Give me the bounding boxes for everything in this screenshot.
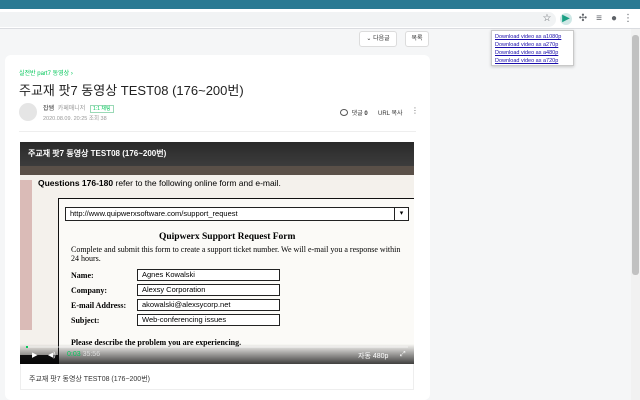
progress-fill — [26, 346, 28, 348]
form-intro: Complete and submit this form to create … — [71, 245, 401, 263]
scrollbar-thumb[interactable] — [632, 35, 639, 275]
fullscreen-icon[interactable]: ⤢ — [400, 351, 406, 359]
comment-icon — [340, 109, 348, 116]
page-scrollbar[interactable] — [631, 29, 640, 400]
download-270p-link[interactable]: Download video as a270p — [495, 41, 573, 49]
question-heading: Questions 176-180 refer to the following… — [38, 178, 281, 188]
list-button-label: 목록 — [411, 36, 423, 42]
avatar[interactable] — [19, 103, 37, 121]
field-value: Web-conferencing issues — [137, 314, 280, 326]
post-views: 조회 38 — [88, 116, 107, 122]
field-label: Name: — [71, 271, 94, 280]
list-button[interactable]: 목록 — [405, 31, 429, 47]
post-date: 2020.08.09. 20:25 — [43, 116, 88, 122]
author-line: 잡쌤 카페매니저 1:1 채팅 — [43, 103, 114, 113]
video-title: 주교재 팟7 동영상 TEST08 (176~200번) — [28, 149, 167, 158]
scanned-url-box: http://www.quipwerxsoftware.com/support_… — [65, 207, 409, 221]
star-icon[interactable]: ☆ — [541, 13, 553, 25]
menu-icon[interactable]: ⋮ — [622, 13, 634, 25]
address-bar[interactable] — [0, 12, 556, 27]
current-time: 0:03 — [67, 351, 81, 358]
field-value: akowalski@alexsycorp.net — [137, 299, 280, 311]
divider — [19, 131, 416, 132]
browser-toolbar: ☆ ▶ ✣ ≡ ● ⋮ — [0, 9, 640, 29]
question-text: refer to the following online form and e… — [115, 178, 281, 188]
reading-list-icon[interactable]: ≡ — [593, 13, 605, 25]
scanned-browser-frame: http://www.quipwerxsoftware.com/support_… — [58, 198, 414, 364]
scan-margin — [20, 180, 32, 330]
chevron-down-icon: ⌄ — [366, 36, 372, 42]
progress-bar[interactable] — [26, 346, 408, 348]
scanned-url: http://www.quipwerxsoftware.com/support_… — [70, 209, 238, 218]
post-card: 실전반 part7 동영상 › 주교재 팟7 동영상 TEST08 (176~2… — [5, 55, 430, 400]
more-options-icon[interactable]: ⋮ — [411, 106, 419, 115]
download-1080p-link[interactable]: Download video as a1080p — [495, 33, 573, 41]
browser-tabstrip — [0, 0, 640, 9]
field-value: Alexsy Corporation — [137, 284, 280, 296]
post-meta: 2020.08.09. 20:25 조회 38 — [43, 114, 107, 122]
board-name: 실전반 part7 동영상 — [19, 71, 70, 77]
puzzle-icon[interactable]: ✣ — [577, 13, 589, 25]
time-display: 0:03 35:56 — [67, 351, 100, 358]
download-720p-link[interactable]: Download video as a720p — [495, 57, 573, 65]
comments-button[interactable]: 댓글 0 — [340, 108, 368, 117]
field-label: Subject: — [71, 316, 100, 325]
play-extension-icon[interactable]: ▶ — [560, 13, 572, 25]
url-copy-button[interactable]: URL 복사 — [378, 108, 403, 117]
video-header: 주교재 팟7 동영상 TEST08 (176~200번) — [20, 142, 414, 166]
play-icon[interactable]: ▶ — [32, 351, 37, 359]
field-label: E-mail Address: — [71, 301, 127, 310]
author-role: 카페매니저 — [57, 106, 86, 112]
quality-value: 480p — [372, 353, 389, 360]
chevron-right-icon: › — [70, 71, 73, 77]
download-menu: Download video as a1080p Download video … — [491, 30, 574, 66]
total-time: 35:56 — [82, 351, 101, 358]
dropdown-arrow-icon: ▾ — [394, 208, 408, 220]
quality-label: 자동 — [358, 353, 371, 360]
post-title: 주교재 팟7 동영상 TEST08 (176~200번) — [19, 83, 244, 98]
field-label: Company: — [71, 286, 108, 295]
comments-count: 0 — [364, 111, 368, 117]
question-range: Questions 176-180 — [38, 178, 114, 188]
author-name[interactable]: 잡쌤 — [43, 106, 54, 112]
video-controls: ▶ ◀) 0:03 35:56 자동 480p ⤢ — [20, 344, 414, 364]
video-player[interactable]: 주교재 팟7 동영상 TEST08 (176~200번) Questions 1… — [20, 142, 414, 364]
field-value: Agnes Kowalski — [137, 269, 280, 281]
volume-icon[interactable]: ◀) — [48, 351, 56, 359]
chat-badge[interactable]: 1:1 채팅 — [90, 105, 114, 113]
video-caption: 주교재 팟7 동영상 TEST08 (176~200번) — [29, 376, 150, 383]
board-link[interactable]: 실전반 part7 동영상 › — [19, 68, 73, 77]
next-post-label: 다음글 — [373, 36, 390, 42]
quality-button[interactable]: 자동 480p — [358, 351, 388, 361]
next-post-button[interactable]: ⌄ 다음글 — [359, 31, 397, 47]
download-480p-link[interactable]: Download video as a480p — [495, 49, 573, 57]
comments-label: 댓글 — [351, 111, 363, 117]
profile-icon[interactable]: ● — [608, 13, 620, 25]
form-title: Quipwerx Support Request Form — [159, 232, 296, 242]
